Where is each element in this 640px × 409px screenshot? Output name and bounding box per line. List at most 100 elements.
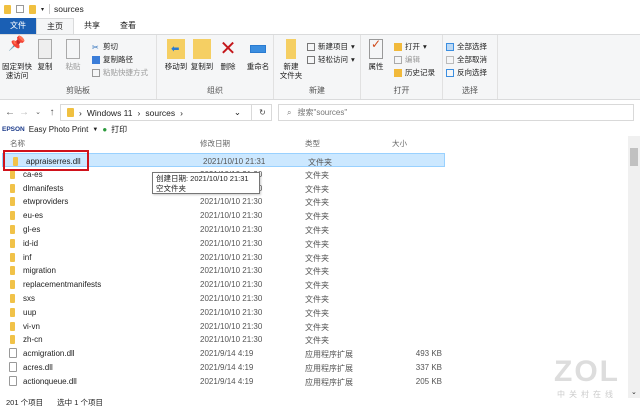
folder-icon: [10, 183, 15, 193]
folder-icon: [10, 252, 15, 262]
back-arrow-icon[interactable]: ←: [3, 107, 17, 118]
tooltip-created: 创建日期: 2021/10/10 21:31: [156, 174, 249, 183]
folder-icon: [10, 197, 15, 207]
breadcrumb-separator: ›: [137, 107, 141, 118]
file-name: replacementmanifests: [23, 280, 102, 290]
shortcut-icon: [92, 68, 100, 77]
file-type: 文件夹: [305, 295, 329, 304]
file-row[interactable]: inf 2021/10/10 21:30 文件夹: [0, 250, 628, 264]
file-date: 2021/10/10 21:30: [200, 294, 263, 303]
file-row[interactable]: ca-es 2021/10/10 21:30 文件夹: [0, 167, 628, 181]
file-type: 文件夹: [305, 184, 329, 194]
folder-icon: [10, 225, 15, 234]
search-input[interactable]: ⌕ 搜索"sources": [278, 104, 634, 121]
file-type: 文件夹: [305, 226, 329, 235]
paste-shortcut-button[interactable]: 粘贴快捷方式: [92, 67, 148, 78]
vertical-scrollbar[interactable]: ⌄: [628, 136, 640, 398]
tab-home[interactable]: 主页: [36, 18, 74, 34]
rename-button[interactable]: 重命名: [241, 39, 275, 71]
invert-selection-button[interactable]: 反向选择: [446, 67, 487, 78]
file-row[interactable]: replacementmanifests 2021/10/10 21:30 文件…: [0, 277, 628, 291]
group-label: 新建: [309, 86, 325, 95]
select-all-button[interactable]: 全部选择: [446, 41, 487, 52]
file-type: 文件夹: [305, 267, 329, 277]
file-row[interactable]: etwproviders 2021/10/10 21:30 文件夹: [0, 194, 628, 208]
group-label: 打开: [393, 86, 410, 95]
forward-arrow-icon[interactable]: →: [17, 107, 31, 118]
file-row[interactable]: zh-cn 2021/10/10 21:30 文件夹: [0, 332, 628, 346]
file-date: 2021/10/10 21:30: [200, 307, 263, 317]
tab-view[interactable]: 查看: [110, 18, 146, 34]
print-button[interactable]: 打印: [111, 124, 127, 135]
tooltip: 创建日期: 2021/10/10 21:31 空文件夹: [152, 172, 260, 194]
new-item-button[interactable]: 新建项目 ▾: [307, 41, 355, 52]
paste-button[interactable]: 粘贴: [60, 39, 86, 71]
file-row[interactable]: actionqueue.dll 2021/9/14 4:19 应用程序扩展 20…: [0, 374, 628, 388]
refresh-icon[interactable]: ↻: [251, 104, 273, 121]
qat-dropdown-icon[interactable]: ▾: [41, 6, 44, 13]
file-row[interactable]: eu-es 2021/10/10 21:30 文件夹: [0, 208, 628, 222]
folder-icon: [10, 307, 15, 317]
column-size[interactable]: 大小: [392, 138, 407, 149]
copy-icon: [38, 39, 52, 59]
file-name: id-id: [23, 238, 39, 248]
file-date: 2021/10/10 21:30: [200, 321, 263, 331]
edit-button[interactable]: 编辑: [394, 54, 420, 65]
copy-button[interactable]: 复制: [32, 39, 58, 71]
folder-icon: [10, 321, 15, 331]
copy-path-icon: [92, 55, 100, 64]
file-row[interactable]: migration 2021/10/10 21:30 文件夹: [0, 263, 628, 277]
group-label: 剪贴板: [66, 86, 90, 95]
file-row[interactable]: acmigration.dll 2021/9/14 4:19 应用程序扩展 49…: [0, 346, 628, 360]
dll-file-icon: [9, 375, 17, 386]
tab-share[interactable]: 共享: [74, 18, 110, 34]
scrollbar-thumb[interactable]: [630, 148, 638, 166]
file-date: 2021/9/14 4:19: [200, 349, 254, 359]
up-arrow-icon[interactable]: ↑: [45, 107, 59, 118]
file-row[interactable]: vi-vn 2021/10/10 21:30 文件夹: [0, 319, 628, 333]
file-size: 205 KB: [415, 376, 442, 386]
title-bar: ▾ sources: [0, 0, 640, 18]
scroll-down-icon[interactable]: ⌄: [631, 388, 637, 396]
delete-button[interactable]: ✕ 删除: [213, 39, 243, 71]
recent-dropdown-icon[interactable]: ⌄: [31, 108, 45, 116]
breadcrumb-separator: ›: [79, 107, 82, 118]
history-button[interactable]: 历史记录: [394, 67, 435, 78]
easy-access-button[interactable]: 轻松访问 ▾: [307, 54, 355, 65]
column-name[interactable]: 名称: [10, 138, 25, 149]
group-label: 选择: [462, 86, 478, 95]
address-dropdown-icon[interactable]: ⌄: [234, 107, 241, 118]
file-name: acmigration.dll: [23, 349, 75, 359]
select-none-button[interactable]: 全部取消: [446, 54, 487, 65]
column-date[interactable]: 修改日期: [200, 138, 230, 149]
new-folder-icon: [286, 39, 296, 59]
paste-icon: [66, 39, 80, 59]
file-row[interactable]: uup 2021/10/10 21:30 文件夹: [0, 305, 628, 319]
breadcrumb-windows11[interactable]: Windows 11: [87, 108, 133, 118]
file-row[interactable]: dlmanifests 2021/10/10 21:30 文件夹: [0, 181, 628, 195]
dropdown-icon[interactable]: ▼: [92, 127, 98, 133]
properties-button[interactable]: ✓ 属性: [361, 38, 391, 71]
copy-path-button[interactable]: 复制路径: [92, 54, 133, 65]
column-type[interactable]: 类型: [305, 138, 320, 149]
address-bar[interactable]: › Windows 11 › sources › ⌄: [60, 104, 272, 121]
easy-photo-print-button[interactable]: Easy Photo Print: [29, 125, 89, 134]
select-all-icon: [446, 42, 454, 51]
folder-icon: [10, 280, 15, 290]
file-name: acres.dll: [23, 363, 53, 372]
cut-button[interactable]: ✂ 剪切: [92, 41, 118, 52]
file-date: 2021/10/10 21:30: [200, 211, 263, 221]
qat-properties-icon[interactable]: [16, 5, 24, 13]
open-button[interactable]: 打开 ▾: [394, 41, 427, 52]
file-row[interactable]: id-id 2021/10/10 21:30 文件夹: [0, 236, 628, 250]
file-row[interactable]: sxs 2021/10/10 21:30 文件夹: [0, 291, 628, 305]
pin-quick-access-button[interactable]: 📌 固定到快 速访问: [0, 36, 34, 80]
breadcrumb-sources[interactable]: sources: [145, 108, 175, 118]
delete-x-icon: ✕: [219, 38, 237, 60]
file-row[interactable]: acres.dll 2021/9/14 4:19 应用程序扩展 337 KB: [0, 360, 628, 374]
window-title: sources: [49, 4, 84, 14]
qat-new-folder-icon[interactable]: [29, 4, 36, 14]
file-row[interactable]: gl-es 2021/10/10 21:30 文件夹: [0, 222, 628, 236]
tab-file[interactable]: 文件: [0, 18, 36, 34]
new-folder-button[interactable]: 新建 文件夹: [274, 39, 308, 80]
